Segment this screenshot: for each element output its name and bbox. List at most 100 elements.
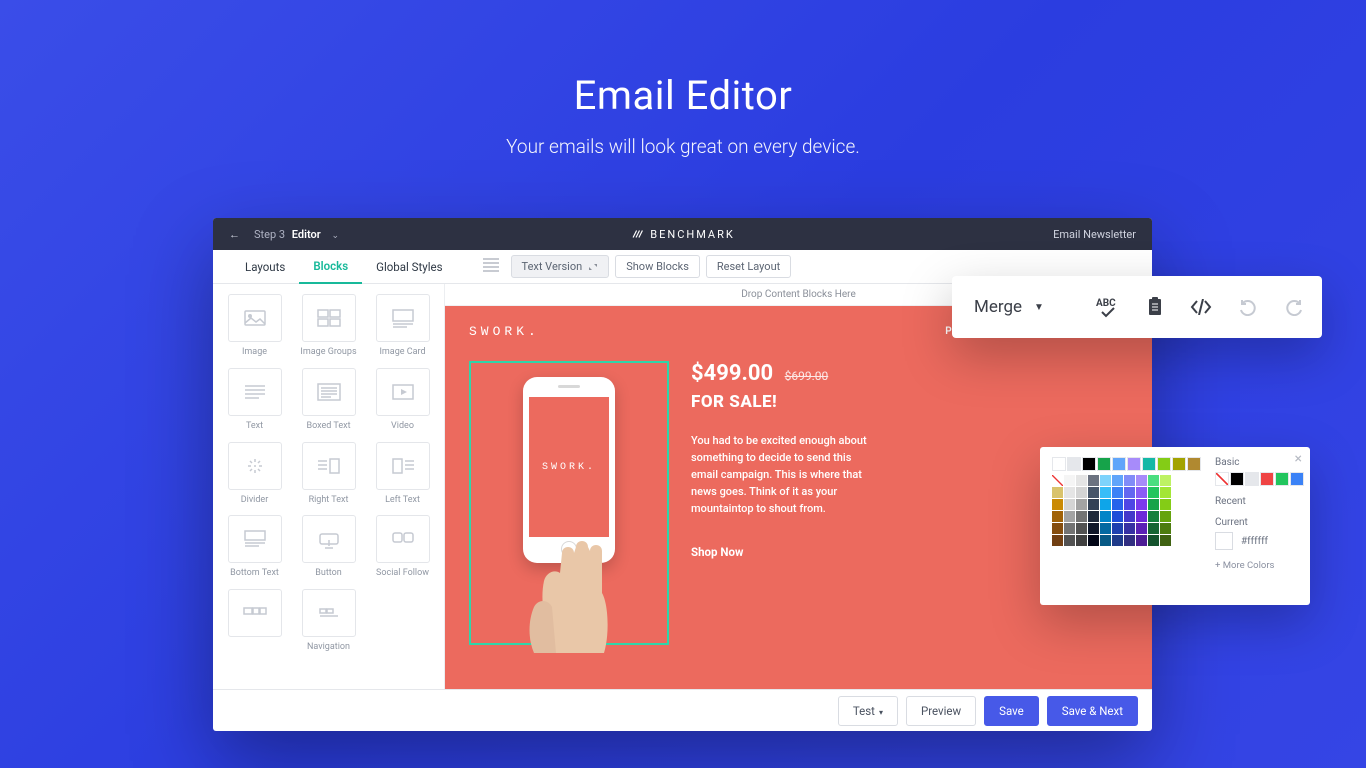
swatch[interactable]	[1112, 487, 1123, 498]
block-video[interactable]: Video	[371, 368, 435, 432]
more-colors-link[interactable]: + More Colors	[1215, 560, 1304, 571]
text-version-button[interactable]: Text Version	[511, 255, 610, 278]
tab-global-styles[interactable]: Global Styles	[362, 250, 456, 284]
spellcheck-icon[interactable]: ABC	[1096, 296, 1120, 318]
basic-swatch[interactable]	[1215, 472, 1229, 486]
block-social-follow[interactable]: Social Follow	[371, 515, 435, 579]
swatch[interactable]	[1088, 487, 1099, 498]
swatch[interactable]	[1124, 499, 1135, 510]
close-icon[interactable]: ×	[1295, 451, 1302, 467]
swatch[interactable]	[1100, 523, 1111, 534]
swatch[interactable]	[1100, 475, 1111, 486]
tab-blocks[interactable]: Blocks	[299, 250, 362, 284]
tab-layouts[interactable]: Layouts	[231, 250, 299, 284]
block-text[interactable]: Text	[223, 368, 287, 432]
swatch[interactable]	[1052, 457, 1066, 471]
swatch[interactable]	[1088, 499, 1099, 510]
swatch[interactable]	[1076, 499, 1087, 510]
current-swatch[interactable]	[1215, 532, 1233, 550]
save-next-button[interactable]: Save & Next	[1047, 696, 1138, 726]
swatch[interactable]	[1124, 523, 1135, 534]
block-button[interactable]: Button	[297, 515, 361, 579]
block-image[interactable]: Image	[223, 294, 287, 358]
swatch[interactable]	[1136, 523, 1147, 534]
swatch[interactable]	[1064, 523, 1075, 534]
swatch[interactable]	[1124, 487, 1135, 498]
newsletter-label[interactable]: Email Newsletter	[1053, 228, 1136, 241]
swatch[interactable]	[1052, 523, 1063, 534]
swatch[interactable]	[1148, 511, 1159, 522]
swatch[interactable]	[1097, 457, 1111, 471]
test-button[interactable]: Test▾	[838, 696, 898, 726]
swatch[interactable]	[1148, 499, 1159, 510]
swatch[interactable]	[1088, 475, 1099, 486]
swatch[interactable]	[1076, 511, 1087, 522]
swatch[interactable]	[1160, 511, 1171, 522]
save-button[interactable]: Save	[984, 696, 1039, 726]
swatch[interactable]	[1148, 487, 1159, 498]
swatch[interactable]	[1088, 535, 1099, 546]
basic-swatch[interactable]	[1275, 472, 1289, 486]
swatch[interactable]	[1064, 487, 1075, 498]
basic-swatch[interactable]	[1260, 472, 1274, 486]
swatch[interactable]	[1112, 511, 1123, 522]
swatch[interactable]	[1112, 523, 1123, 534]
swatch[interactable]	[1136, 511, 1147, 522]
block-image-card[interactable]: Image Card	[371, 294, 435, 358]
preview-button[interactable]: Preview	[906, 696, 976, 726]
basic-swatch[interactable]	[1230, 472, 1244, 486]
basic-swatch[interactable]	[1245, 472, 1259, 486]
swatch[interactable]	[1127, 457, 1141, 471]
block-right-text[interactable]: Right Text	[297, 442, 361, 506]
step-indicator[interactable]: Step 3 Editor ⌄	[254, 228, 339, 241]
swatch[interactable]	[1076, 523, 1087, 534]
swatch[interactable]	[1124, 511, 1135, 522]
swatch[interactable]	[1148, 535, 1159, 546]
basic-swatch[interactable]	[1290, 472, 1304, 486]
swatch[interactable]	[1160, 475, 1171, 486]
swatch[interactable]	[1052, 511, 1063, 522]
swatch[interactable]	[1187, 457, 1201, 471]
block-item[interactable]	[223, 589, 287, 653]
clipboard-icon[interactable]	[1146, 297, 1164, 317]
swatch[interactable]	[1136, 499, 1147, 510]
swatch[interactable]	[1100, 487, 1111, 498]
swatch[interactable]	[1076, 475, 1087, 486]
swatch[interactable]	[1142, 457, 1156, 471]
block-navigation[interactable]: Navigation	[297, 589, 361, 653]
swatch[interactable]	[1067, 457, 1081, 471]
swatch[interactable]	[1157, 457, 1171, 471]
no-color-swatch[interactable]	[1052, 475, 1063, 486]
show-blocks-button[interactable]: Show Blocks	[615, 255, 700, 278]
swatch[interactable]	[1124, 475, 1135, 486]
swatch[interactable]	[1136, 487, 1147, 498]
swatch[interactable]	[1148, 523, 1159, 534]
block-divider[interactable]: Divider	[223, 442, 287, 506]
block-boxed-text[interactable]: Boxed Text	[297, 368, 361, 432]
swatch[interactable]	[1160, 535, 1171, 546]
swatch[interactable]	[1052, 499, 1063, 510]
swatch[interactable]	[1112, 499, 1123, 510]
merge-dropdown[interactable]: Merge ▼	[974, 297, 1044, 317]
swatch[interactable]	[1136, 475, 1147, 486]
swatch[interactable]	[1136, 535, 1147, 546]
swatch[interactable]	[1064, 499, 1075, 510]
swatch[interactable]	[1160, 487, 1171, 498]
swatch[interactable]	[1160, 523, 1171, 534]
swatch[interactable]	[1082, 457, 1096, 471]
swatch[interactable]	[1088, 523, 1099, 534]
swatch[interactable]	[1112, 457, 1126, 471]
swatch[interactable]	[1064, 475, 1075, 486]
swatch[interactable]	[1100, 535, 1111, 546]
swatch[interactable]	[1052, 487, 1063, 498]
reset-layout-button[interactable]: Reset Layout	[706, 255, 791, 278]
code-icon[interactable]	[1190, 299, 1212, 315]
block-bottom-text[interactable]: Bottom Text	[223, 515, 287, 579]
swatch[interactable]	[1076, 535, 1087, 546]
swatch[interactable]	[1124, 535, 1135, 546]
swatch[interactable]	[1088, 511, 1099, 522]
swatch[interactable]	[1064, 511, 1075, 522]
swatch[interactable]	[1064, 535, 1075, 546]
selected-image-block[interactable]: SWORK.	[469, 361, 669, 645]
block-image-groups[interactable]: Image Groups	[297, 294, 361, 358]
